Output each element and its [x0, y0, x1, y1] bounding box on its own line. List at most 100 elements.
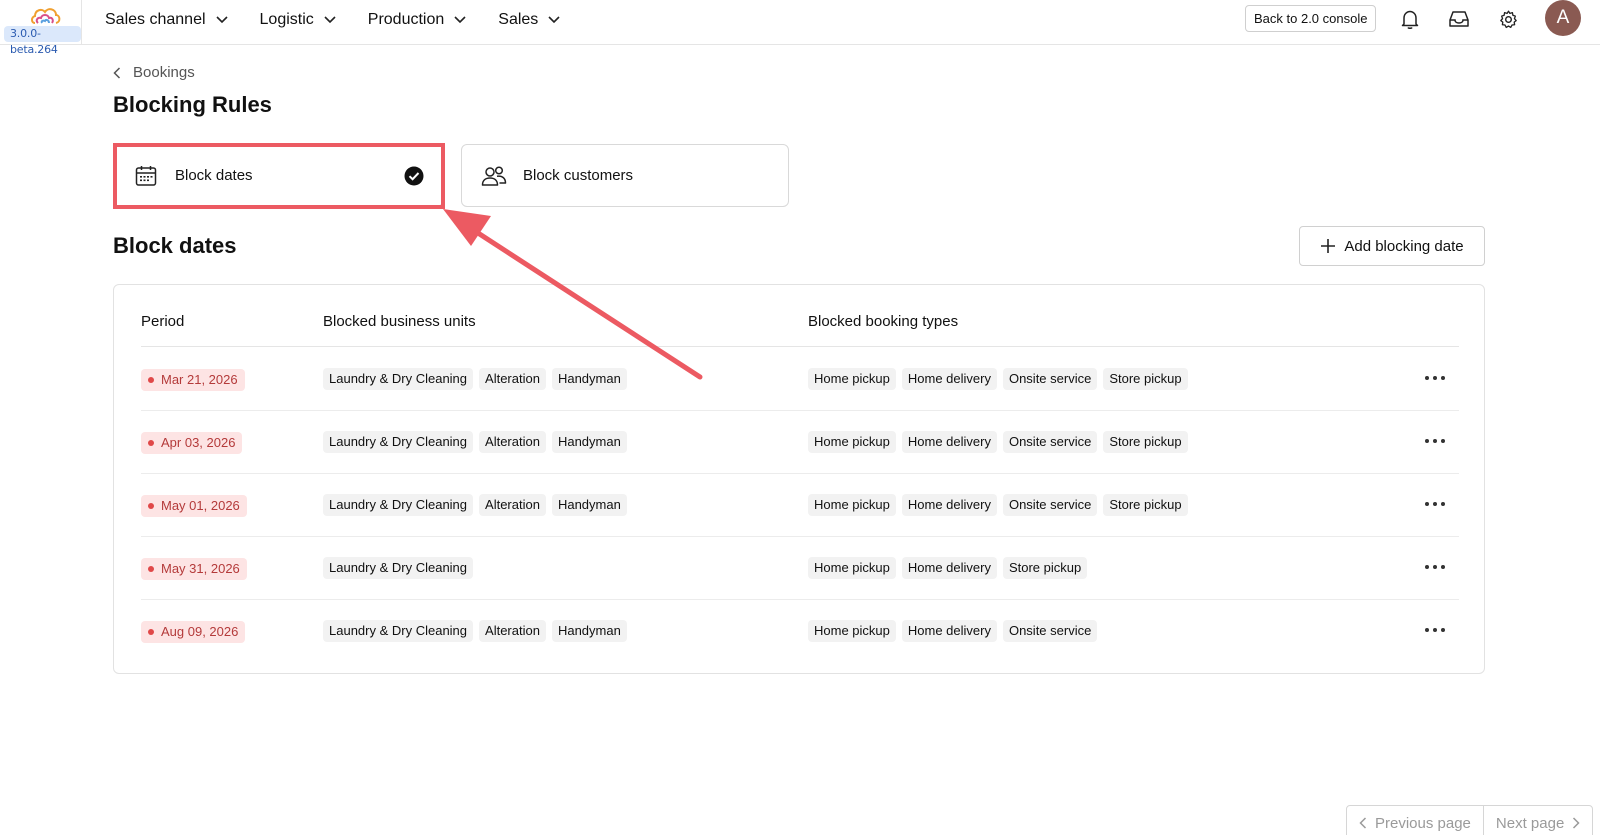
booking-type-tag: Onsite service [1002, 494, 1098, 516]
page-title: Blocking Rules [113, 92, 272, 117]
chevron-down-icon [548, 16, 560, 24]
previous-page-button[interactable]: Previous page [1347, 806, 1483, 835]
card-label: Block customers [523, 167, 634, 184]
add-button-label: Add blocking date [1344, 237, 1464, 255]
dot [1441, 565, 1445, 569]
booking-types-tags: Home pickup Home delivery Store pickup [808, 557, 1093, 579]
column-header-types: Blocked booking types [808, 313, 959, 330]
business-unit-tag: Alteration [479, 620, 546, 642]
row-more-options-icon[interactable] [1425, 370, 1445, 386]
business-units-tags: Laundry & Dry Cleaning Alteration Handyman [323, 368, 633, 390]
dot [1433, 502, 1437, 506]
business-unit-tag: Alteration [479, 494, 546, 516]
booking-type-tag: Onsite service [1002, 620, 1098, 642]
block-customers-card[interactable]: Block customers [461, 144, 789, 207]
booking-type-tag: Home delivery [901, 494, 997, 516]
dot [1425, 565, 1429, 569]
booking-type-tag: Home delivery [901, 431, 997, 453]
previous-page-label: Previous page [1375, 814, 1471, 832]
booking-type-tag: Home pickup [808, 431, 896, 453]
booking-type-tag: Store pickup [1103, 494, 1188, 516]
cloud-logo-icon [31, 8, 61, 24]
dot [1433, 628, 1437, 632]
booking-type-tag: Home delivery [901, 368, 997, 390]
row-more-options-icon[interactable] [1425, 559, 1445, 575]
business-units-tags: Laundry & Dry Cleaning Alteration Handyman [323, 620, 633, 642]
main-nav: Sales channel Logistic Production Sales [105, 0, 592, 40]
nav-sales[interactable]: Sales [498, 11, 560, 29]
nav-sales-channel[interactable]: Sales channel [105, 11, 228, 29]
booking-types-tags: Home pickup Home delivery Onsite service St… [808, 368, 1194, 390]
breadcrumb[interactable]: Bookings [113, 64, 195, 81]
row-more-options-icon[interactable] [1425, 622, 1445, 638]
table-row: Aug 09, 2026 Laundry & Dry Cleaning Altera… [141, 600, 1459, 663]
gear-icon [1499, 10, 1517, 28]
booking-types-tags: Home pickup Home delivery Onsite service [808, 620, 1103, 642]
column-header-units: Blocked business units [323, 313, 476, 330]
row-more-options-icon[interactable] [1425, 496, 1445, 512]
booking-type-tag: Store pickup [1103, 431, 1188, 453]
nav-production[interactable]: Production [368, 11, 467, 29]
booking-type-tag: Onsite service [1002, 368, 1098, 390]
business-unit-tag: Laundry & Dry Cleaning [323, 494, 474, 516]
table-row: May 01, 2026 Laundry & Dry Cleaning Altera… [141, 474, 1459, 537]
row-more-options-icon[interactable] [1425, 433, 1445, 449]
booking-type-tag: Store pickup [1002, 557, 1088, 579]
app-logo[interactable]: 3.0.0-beta.264 [0, 0, 82, 56]
settings-button[interactable] [1497, 8, 1519, 30]
booking-types-tags: Home pickup Home delivery Onsite service St… [808, 431, 1194, 453]
bell-icon [1401, 10, 1419, 29]
business-units-tags: Laundry & Dry Cleaning Alteration Handyman [323, 431, 633, 453]
check-circle-icon [404, 166, 424, 186]
avatar[interactable]: A [1545, 0, 1581, 36]
breadcrumb-label: Bookings [133, 64, 195, 81]
dot [1425, 439, 1429, 443]
booking-type-tag: Store pickup [1103, 368, 1188, 390]
add-blocking-date-button[interactable]: Add blocking date [1299, 226, 1485, 266]
business-unit-tag: Laundry & Dry Cleaning [323, 368, 474, 390]
plus-icon [1321, 239, 1336, 253]
block-dates-card[interactable]: Block dates [113, 144, 443, 207]
nav-label: Sales channel [105, 11, 206, 28]
version-badge: 3.0.0-beta.264 [4, 26, 81, 56]
chevron-down-icon [215, 16, 228, 24]
section-title: Block dates [113, 233, 237, 258]
period-badge: Apr 03, 2026 [141, 432, 243, 454]
business-units-tags: Laundry & Dry Cleaning Alteration Handyman [323, 494, 633, 516]
inbox-icon [1449, 11, 1469, 27]
booking-type-tag: Home pickup [808, 494, 896, 516]
column-header-period: Period [141, 313, 185, 330]
booking-type-tag: Home delivery [901, 620, 997, 642]
business-unit-tag: Alteration [479, 431, 546, 453]
users-icon [481, 165, 507, 186]
period-badge: May 01, 2026 [141, 495, 247, 517]
card-label: Block dates [175, 167, 253, 184]
nav-logistic[interactable]: Logistic [260, 11, 336, 29]
table-header: Period Blocked business units Blocked bo… [141, 313, 1459, 347]
chevron-down-icon [454, 16, 466, 24]
dot [1441, 628, 1445, 632]
calendar-icon [135, 165, 157, 186]
business-unit-tag: Laundry & Dry Cleaning [323, 431, 474, 453]
business-unit-tag: Handyman [551, 368, 627, 390]
period-badge: May 31, 2026 [141, 558, 247, 580]
period-badge: Aug 09, 2026 [141, 621, 246, 643]
chevron-down-icon [324, 16, 336, 24]
business-unit-tag: Handyman [551, 620, 627, 642]
chevron-left-icon [1359, 817, 1367, 829]
pagination: Previous page Next page [1346, 805, 1594, 835]
business-unit-tag: Laundry & Dry Cleaning [323, 557, 474, 579]
chevron-right-icon [1573, 817, 1580, 829]
next-page-button[interactable]: Next page [1482, 806, 1592, 835]
dot [1425, 502, 1429, 506]
booking-type-tag: Home pickup [808, 368, 896, 390]
business-unit-tag: Handyman [551, 494, 627, 516]
dot [1441, 376, 1445, 380]
dot [1441, 439, 1445, 443]
dot [1433, 565, 1437, 569]
inbox-button[interactable] [1448, 8, 1470, 30]
dot [1433, 376, 1437, 380]
back-to-console-button[interactable]: Back to 2.0 console [1245, 5, 1377, 32]
chevron-left-icon [113, 66, 121, 79]
notifications-button[interactable] [1399, 8, 1421, 30]
